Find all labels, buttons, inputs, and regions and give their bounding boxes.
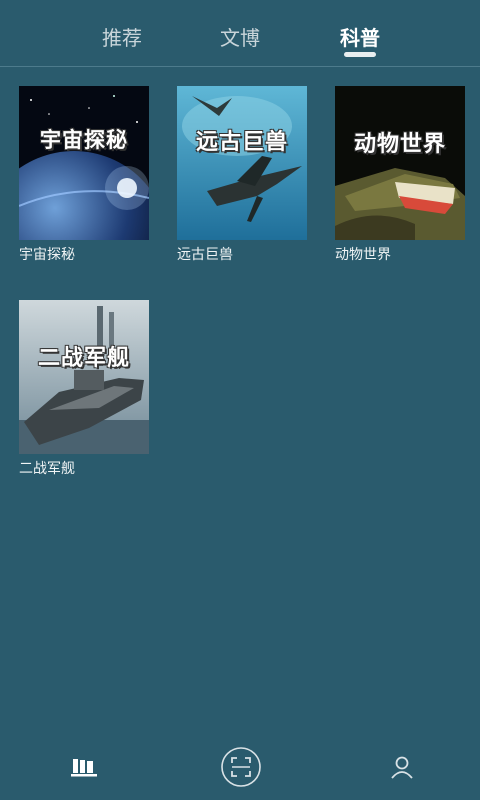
tab-recommend[interactable]: 推荐	[102, 22, 142, 51]
card-cover-animal-world[interactable]: 动物世界	[335, 86, 465, 240]
profile-icon	[389, 754, 415, 784]
tab-science[interactable]: 科普	[340, 22, 380, 51]
nav-profile-button[interactable]	[372, 738, 432, 800]
card-label-wwii-warships[interactable]: 二战军舰	[19, 458, 149, 478]
card-label-animal-world[interactable]: 动物世界	[335, 244, 465, 264]
cover-title-animal-world: 动物世界	[353, 132, 446, 157]
tab-culture-museum[interactable]: 文博	[220, 22, 260, 51]
card-ancient-beasts[interactable]: 远古巨兽 远古巨兽	[177, 86, 307, 264]
card-cover-universe[interactable]: 宇宙探秘	[19, 86, 149, 240]
cover-title-wwii-warships: 二战军舰	[37, 346, 130, 371]
card-animal-world[interactable]: 动物世界 动物世界	[335, 86, 465, 264]
card-universe[interactable]: 宇宙探秘 宇宙探秘	[19, 86, 149, 264]
nav-library-button[interactable]	[54, 738, 114, 800]
active-tab-indicator	[344, 52, 376, 57]
bottom-nav-bar	[0, 738, 480, 800]
scan-icon	[220, 746, 262, 792]
nav-scan-button[interactable]	[211, 738, 271, 800]
library-icon	[70, 756, 98, 782]
card-wwii-warships[interactable]: 二战军舰 二战军舰	[19, 300, 149, 478]
cover-title-ancient-beasts: 远古巨兽	[195, 130, 288, 155]
card-label-universe[interactable]: 宇宙探秘	[19, 244, 149, 264]
top-tab-bar: 推荐 文博 科普	[0, 0, 480, 67]
card-label-ancient-beasts[interactable]: 远古巨兽	[177, 244, 307, 264]
card-cover-wwii-warships[interactable]: 二战军舰	[19, 300, 149, 454]
cover-title-universe: 宇宙探秘	[40, 128, 128, 152]
card-cover-ancient-beasts[interactable]: 远古巨兽	[177, 86, 307, 240]
